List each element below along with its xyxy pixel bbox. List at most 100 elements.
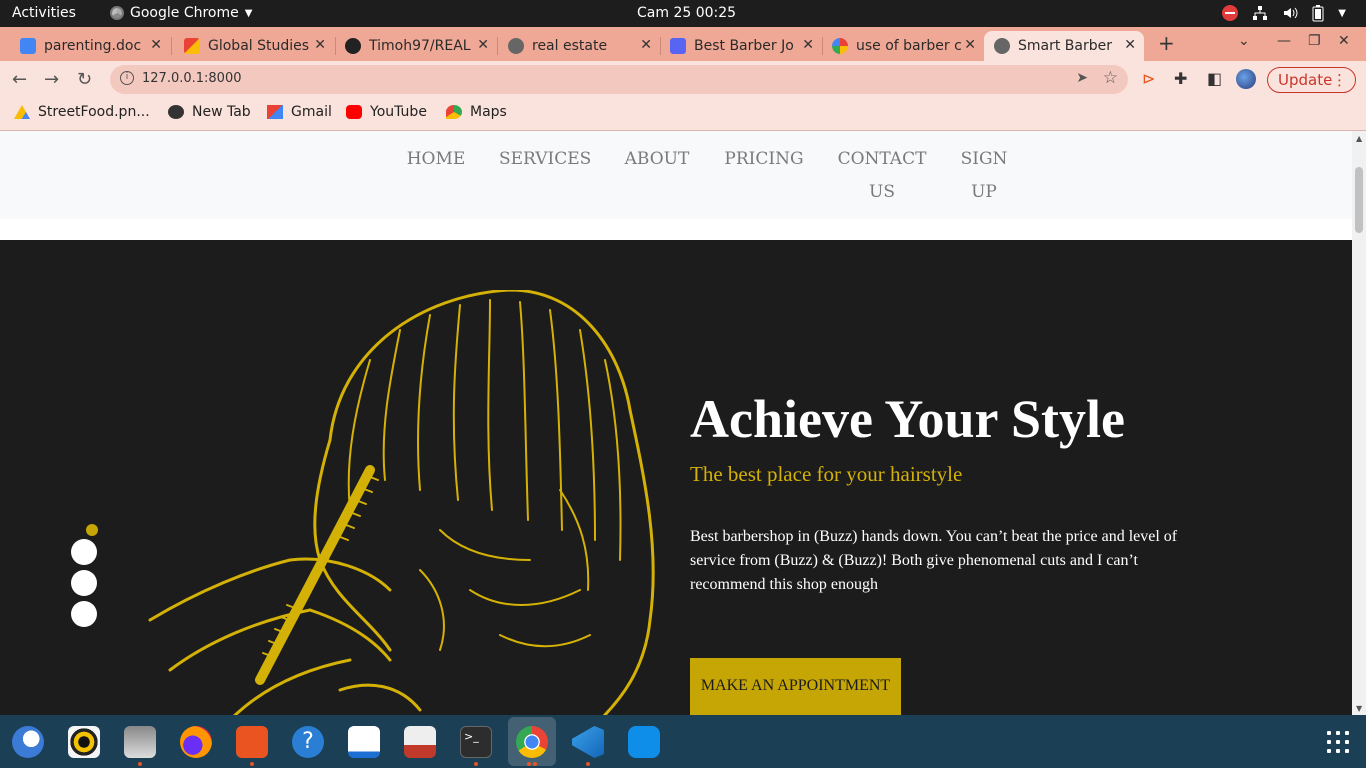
tab-use-of-barber[interactable]: use of barber c ✕	[824, 31, 984, 61]
minimize-icon[interactable]: —	[1277, 33, 1291, 49]
bookmark-gmail[interactable]: Gmail	[267, 104, 332, 120]
teamviewer-icon[interactable]	[628, 726, 660, 758]
thunderbird-icon[interactable]	[12, 726, 44, 758]
software-icon[interactable]	[236, 726, 268, 758]
close-icon[interactable]: ✕	[1124, 37, 1136, 53]
globe-icon	[168, 105, 184, 119]
rhythmbox-icon[interactable]	[68, 726, 100, 758]
extensions-icon[interactable]: ✚	[1174, 69, 1187, 88]
terminal-icon[interactable]: >_	[460, 726, 492, 758]
tab-smart-barber[interactable]: Smart Barber ✕	[984, 31, 1144, 61]
writer-icon[interactable]	[348, 726, 380, 758]
youtube-icon	[346, 105, 362, 119]
update-button[interactable]: Update ⋮	[1267, 67, 1356, 93]
url-text[interactable]: 127.0.0.1:8000	[142, 71, 242, 86]
tab-best-barber[interactable]: Best Barber Jo ✕	[662, 31, 822, 61]
restore-icon[interactable]: ❐	[1308, 33, 1321, 49]
scroll-up-icon[interactable]: ▲	[1356, 134, 1362, 143]
firefox-icon[interactable]	[180, 726, 212, 758]
vscode-icon[interactable]	[572, 726, 604, 758]
reload-icon[interactable]: ↻	[77, 69, 92, 90]
site-info-icon[interactable]: i	[120, 71, 134, 85]
globe-icon	[508, 38, 524, 54]
site-navbar: HOME SERVICES ABOUT PRICING CONTACT US S…	[0, 131, 1352, 219]
show-applications-icon[interactable]	[1327, 731, 1349, 753]
carousel-dot-active[interactable]	[86, 524, 98, 536]
bookmark-label: StreetFood.pn...	[38, 104, 150, 120]
chevron-down-icon: ▼	[244, 7, 253, 19]
nav-home[interactable]: HOME	[405, 143, 467, 176]
nav-signup-line1: SIGN	[960, 149, 1008, 169]
close-icon[interactable]: ✕	[314, 37, 326, 53]
hero-section: Achieve Your Style The best place for yo…	[0, 240, 1352, 715]
close-icon[interactable]: ✕	[802, 37, 814, 53]
new-tab-button[interactable]: +	[1158, 31, 1175, 55]
running-indicator	[138, 762, 142, 766]
system-tray[interactable]: ▼	[1222, 4, 1346, 22]
close-icon[interactable]: ✕	[150, 37, 162, 53]
tab-github[interactable]: Timoh97/REAL ✕	[337, 31, 497, 61]
running-indicator	[474, 762, 478, 766]
bookmark-streetfood[interactable]: StreetFood.pn...	[14, 104, 150, 120]
bookmark-youtube[interactable]: YouTube	[346, 104, 427, 120]
chrome-icon	[110, 6, 124, 20]
tab-title: Smart Barber	[1018, 38, 1112, 54]
make-appointment-button[interactable]: MAKE AN APPOINTMENT	[690, 658, 901, 715]
more-menu-icon[interactable]: ⋮	[1332, 71, 1347, 89]
close-window-icon[interactable]: ✕	[1338, 33, 1350, 49]
tab-separator	[497, 37, 498, 55]
nav-signup[interactable]: SIGN UP	[958, 143, 1010, 209]
side-panel-icon[interactable]: ◧	[1207, 69, 1222, 88]
page-viewport: HOME SERVICES ABOUT PRICING CONTACT US S…	[0, 131, 1352, 715]
carousel-dot[interactable]	[71, 570, 97, 596]
nav-pricing[interactable]: PRICING	[724, 143, 804, 176]
app-menu[interactable]: Google Chrome ▼	[110, 5, 252, 21]
cast-icon[interactable]: ⊳	[1142, 69, 1155, 88]
bookmark-new-tab[interactable]: New Tab	[168, 104, 251, 120]
browser-toolbar: ← → ↻ i 127.0.0.1:8000 ➤ ☆	[0, 61, 1366, 97]
chrome-icon[interactable]	[516, 726, 548, 758]
globe-icon	[994, 38, 1010, 54]
document-viewer-icon[interactable]	[404, 726, 436, 758]
bookmarks-bar: StreetFood.pn... New Tab Gmail YouTube M…	[0, 97, 1366, 131]
close-icon[interactable]: ✕	[477, 37, 489, 53]
google-icon	[832, 38, 848, 54]
send-icon[interactable]: ➤	[1076, 70, 1088, 86]
tab-separator	[171, 37, 172, 55]
running-indicator	[533, 762, 537, 766]
carousel-dot[interactable]	[71, 539, 97, 565]
files-icon[interactable]	[124, 726, 156, 758]
page-scrollbar[interactable]: ▲ ▼	[1352, 131, 1366, 715]
help-icon[interactable]: ?	[292, 726, 324, 758]
tab-separator	[822, 37, 823, 55]
back-icon[interactable]: ←	[12, 69, 27, 90]
tab-global-studies[interactable]: Global Studies ✕	[174, 31, 334, 61]
app-menu-label: Google Chrome	[130, 5, 239, 21]
bookmark-maps[interactable]: Maps	[446, 104, 507, 120]
avatar[interactable]	[1236, 69, 1256, 89]
running-indicator	[586, 762, 590, 766]
close-icon[interactable]: ✕	[964, 37, 976, 53]
address-bar[interactable]: i 127.0.0.1:8000 ➤ ☆	[110, 65, 1128, 94]
dock: ? >_	[0, 715, 1366, 768]
nav-services[interactable]: SERVICES	[499, 143, 591, 176]
scroll-down-icon[interactable]: ▼	[1356, 704, 1362, 713]
gmail-icon	[184, 38, 200, 54]
wave-icon	[670, 38, 686, 54]
scrollbar-thumb[interactable]	[1355, 167, 1363, 233]
carousel-dot[interactable]	[71, 601, 97, 627]
bookmark-label: Maps	[470, 104, 507, 120]
tab-title: Global Studies	[208, 38, 310, 54]
bookmark-star-icon[interactable]: ☆	[1103, 68, 1118, 88]
nav-contact[interactable]: CONTACT US	[836, 143, 928, 209]
forward-icon[interactable]: →	[44, 69, 59, 90]
tab-search-icon[interactable]: ⌄	[1238, 33, 1250, 49]
tab-parenting[interactable]: parenting.doc ✕	[10, 31, 170, 61]
nav-about[interactable]: ABOUT	[622, 143, 692, 176]
close-icon[interactable]: ✕	[640, 37, 652, 53]
volume-icon	[1284, 7, 1298, 19]
tab-real-estate[interactable]: real estate ✕	[500, 31, 660, 61]
network-icon	[1253, 6, 1268, 20]
activities-button[interactable]: Activities	[12, 5, 76, 21]
clock[interactable]: Cam 25 00:25	[637, 5, 736, 21]
